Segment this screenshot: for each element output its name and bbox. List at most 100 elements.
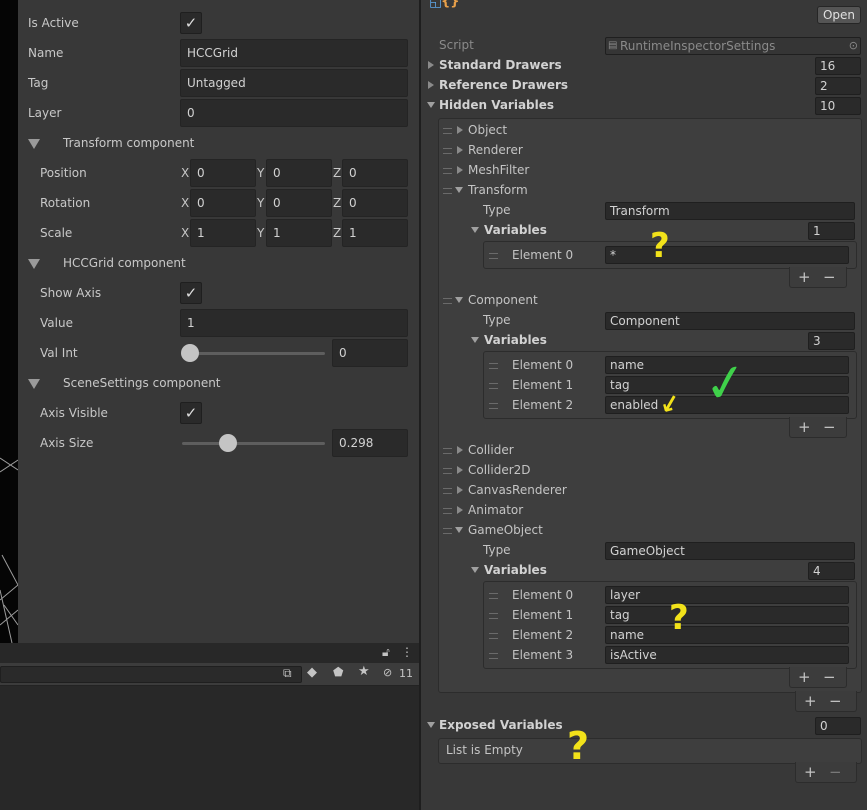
drag-handle-icon[interactable] <box>443 128 452 134</box>
drag-handle-icon[interactable] <box>443 148 452 154</box>
collapse-triangle-icon <box>428 61 434 69</box>
rotation-z-label: Z <box>333 196 342 210</box>
rotation-x-input[interactable]: 0 <box>190 189 256 217</box>
drag-handle-icon[interactable] <box>489 383 498 389</box>
rotation-z-input[interactable]: 0 <box>342 189 408 217</box>
drag-handle-icon[interactable] <box>443 508 452 514</box>
scale-x-input[interactable]: 1 <box>190 219 256 247</box>
position-y-input[interactable]: 0 <box>266 159 332 187</box>
axis-size-input[interactable]: 0.298 <box>332 429 408 457</box>
scale-z-input[interactable]: 1 <box>342 219 408 247</box>
add-element-button[interactable]: + <box>798 667 811 687</box>
hidden-variables-size[interactable]: 10 <box>815 97 861 115</box>
panel-tab-bar: 🔓︎ ⋮ <box>0 643 420 663</box>
expand-triangle-icon <box>28 379 40 389</box>
search-input[interactable] <box>0 666 302 683</box>
remove-element-button[interactable]: − <box>823 667 836 687</box>
is-active-checkbox[interactable]: ✓ <box>180 12 202 34</box>
position-x-label: X <box>181 166 190 180</box>
variables-size[interactable]: 4 <box>808 562 855 580</box>
script-field[interactable]: ▤ RuntimeInspectorSettings ⊙ <box>605 37 861 55</box>
add-element-button[interactable]: + <box>798 267 811 287</box>
layer-input[interactable]: 0 <box>180 99 408 127</box>
label-filter-icon[interactable]: ⬟ <box>333 665 343 679</box>
drag-handle-icon[interactable] <box>489 253 498 259</box>
drag-handle-icon[interactable] <box>489 613 498 619</box>
drag-handle-icon[interactable] <box>443 168 452 174</box>
show-axis-checkbox[interactable]: ✓ <box>180 282 202 304</box>
exposed-variables-size[interactable]: 0 <box>815 717 861 735</box>
drag-handle-icon[interactable] <box>489 403 498 409</box>
variables-size[interactable]: 3 <box>808 332 855 350</box>
drag-handle-icon[interactable] <box>489 593 498 599</box>
drag-handle-icon[interactable] <box>489 363 498 369</box>
remove-element-button[interactable]: − <box>823 267 836 287</box>
add-element-button[interactable]: + <box>798 417 811 437</box>
val-int-slider-track[interactable] <box>182 352 325 355</box>
add-element-button[interactable]: + <box>804 691 817 711</box>
position-x-input[interactable]: 0 <box>190 159 256 187</box>
axis-size-slider-thumb[interactable] <box>218 434 237 452</box>
list-empty-text: List is Empty <box>446 743 523 757</box>
object-picker-icon[interactable]: ⊙ <box>849 38 858 54</box>
element-input[interactable]: * <box>605 246 849 264</box>
scale-label: Scale <box>40 226 73 240</box>
collapse-triangle-icon <box>457 486 463 494</box>
rotation-label: Rotation <box>40 196 91 210</box>
reference-drawers-size[interactable]: 2 <box>815 77 861 95</box>
type-input[interactable]: Component <box>605 312 855 330</box>
remove-element-button[interactable]: − <box>829 762 842 782</box>
more-menu-icon[interactable]: ⋮ <box>401 645 413 659</box>
shapes-filter-icon[interactable]: ◆ <box>307 665 317 680</box>
search-type-icon[interactable]: ⧉ <box>283 666 292 681</box>
val-int-slider-thumb[interactable] <box>181 344 199 362</box>
position-z-label: Z <box>333 166 342 180</box>
hidden-objects-icon[interactable]: ⊘ <box>383 666 392 679</box>
drag-handle-icon[interactable] <box>443 298 452 304</box>
drag-handle-icon[interactable] <box>443 468 452 474</box>
drag-handle-icon[interactable] <box>443 448 452 454</box>
position-z-input[interactable]: 0 <box>342 159 408 187</box>
rotation-y-input[interactable]: 0 <box>266 189 332 217</box>
drag-handle-icon[interactable] <box>489 653 498 659</box>
element-input[interactable]: tag <box>605 606 849 624</box>
name-input[interactable]: HCCGrid <box>180 39 408 67</box>
list-item-label: Collider <box>468 443 514 457</box>
variables-size[interactable]: 1 <box>808 222 855 240</box>
drag-handle-icon[interactable] <box>443 488 452 494</box>
hierarchy-panel: 🔓︎ ⋮ ⧉ ◆ ⬟ ★ ⊘ 11 <box>0 643 420 810</box>
add-element-button[interactable]: + <box>804 762 817 782</box>
val-int-input[interactable]: 0 <box>332 339 408 367</box>
collapse-triangle-icon <box>457 446 463 454</box>
remove-element-button[interactable]: − <box>829 691 842 711</box>
standard-drawers-size[interactable]: 16 <box>815 57 861 75</box>
drag-handle-icon[interactable] <box>443 528 452 534</box>
element-input[interactable]: layer <box>605 586 849 604</box>
element-input[interactable]: name <box>605 626 849 644</box>
scale-y-input[interactable]: 1 <box>266 219 332 247</box>
axis-size-slider-track[interactable] <box>182 442 325 445</box>
open-button[interactable]: Open <box>817 6 861 24</box>
type-input[interactable]: GameObject <box>605 542 855 560</box>
value-input[interactable]: 1 <box>180 309 408 337</box>
expand-triangle-icon <box>471 567 479 573</box>
list-item-label: Renderer <box>468 143 523 157</box>
favorite-star-icon[interactable]: ★ <box>358 664 370 679</box>
expand-triangle-icon <box>427 102 435 108</box>
expand-triangle-icon <box>28 139 40 149</box>
drag-handle-icon[interactable] <box>443 188 452 194</box>
axis-visible-checkbox[interactable]: ✓ <box>180 402 202 424</box>
tag-input[interactable]: Untagged <box>180 69 408 97</box>
type-input[interactable]: Transform <box>605 202 855 220</box>
element-label: Element 2 <box>512 628 574 642</box>
collapse-triangle-icon <box>457 506 463 514</box>
drag-handle-icon[interactable] <box>489 633 498 639</box>
lock-icon[interactable]: 🔓︎ <box>382 645 390 660</box>
exposed-variables-label: Exposed Variables <box>439 718 563 732</box>
rotation-x-label: X <box>181 196 190 210</box>
scene-grid-lines <box>0 457 18 643</box>
remove-element-button[interactable]: − <box>823 417 836 437</box>
script-asset-icon: ◱ {} <box>429 0 460 10</box>
scene-view[interactable] <box>0 0 18 643</box>
element-input[interactable]: isActive <box>605 646 849 664</box>
